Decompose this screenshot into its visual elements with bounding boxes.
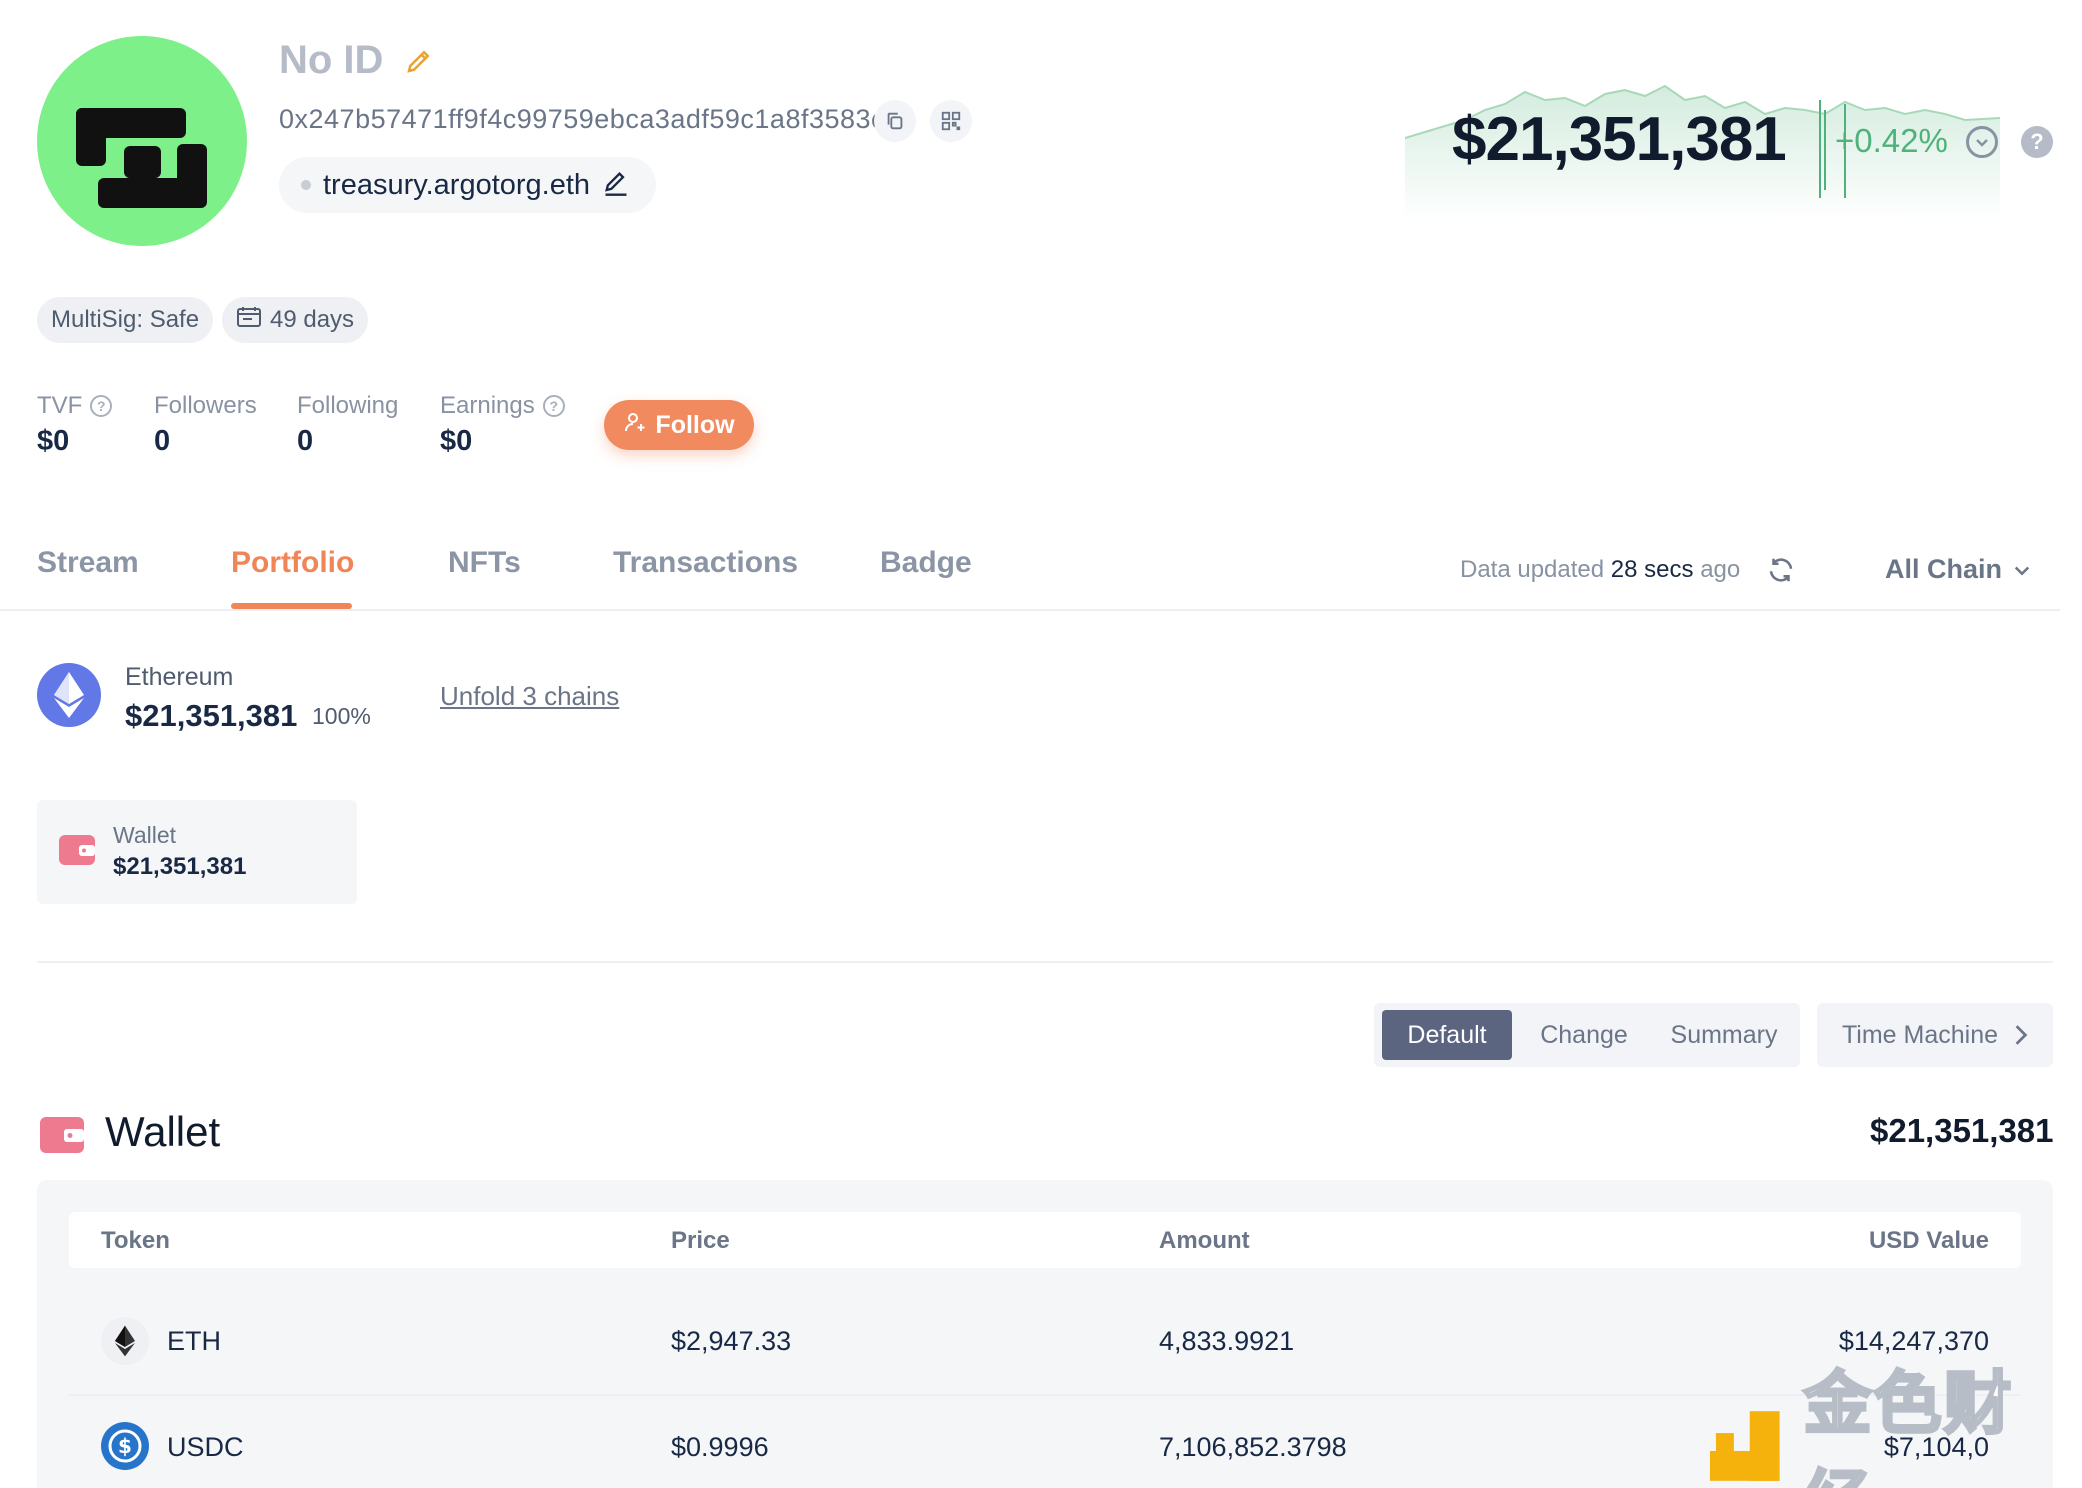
edit-name-icon[interactable] bbox=[404, 46, 434, 76]
tab-portfolio[interactable]: Portfolio bbox=[231, 546, 354, 580]
token-amount: 7,106,852.3798 bbox=[1159, 1432, 1347, 1462]
watermark-text: 金色财经 bbox=[1802, 1363, 2014, 1488]
profile-name: No ID bbox=[279, 38, 384, 82]
qr-code-icon[interactable] bbox=[930, 100, 972, 142]
usdc-icon: $ bbox=[101, 1422, 149, 1470]
svg-text:$: $ bbox=[118, 1434, 132, 1458]
view-change-button[interactable]: Change bbox=[1524, 1010, 1644, 1060]
eth-icon bbox=[101, 1317, 149, 1365]
token-symbol: ETH bbox=[167, 1326, 221, 1356]
watermark-logo-icon bbox=[1709, 1410, 1780, 1481]
copy-icon[interactable] bbox=[874, 100, 916, 142]
view-mode-toggle: Default Change Summary bbox=[1374, 1003, 1800, 1067]
ens-status-dot bbox=[301, 180, 311, 190]
wallet-section-total: $21,351,381 bbox=[1870, 1112, 2054, 1149]
stat-following-value[interactable]: 0 bbox=[297, 425, 313, 458]
stat-tvf-label: TVF ? bbox=[37, 392, 113, 420]
help-icon[interactable]: ? bbox=[90, 395, 113, 417]
tab-stream[interactable]: Stream bbox=[37, 546, 139, 580]
tabs-divider bbox=[0, 609, 2060, 611]
token-price: $0.9996 bbox=[671, 1432, 769, 1462]
stat-earnings-label: Earnings ? bbox=[440, 392, 565, 420]
avatar-logo-icon bbox=[76, 108, 207, 208]
net-worth-change: +0.42% bbox=[1835, 122, 1948, 159]
wallet-card-label: Wallet bbox=[113, 822, 177, 848]
column-header-amount[interactable]: Amount bbox=[1159, 1227, 1250, 1255]
view-summary-button[interactable]: Summary bbox=[1654, 1010, 1794, 1060]
ens-name-pill[interactable]: treasury.argotorg.eth bbox=[279, 157, 657, 213]
ens-name: treasury.argotorg.eth bbox=[323, 168, 591, 201]
chevron-right-icon bbox=[2015, 1025, 2028, 1045]
wallet-protocol-card[interactable]: Wallet $21,351,381 bbox=[37, 800, 357, 904]
token-price: $2,947.33 bbox=[671, 1326, 792, 1356]
table-header: Token Price Amount USD Value bbox=[69, 1212, 2021, 1268]
data-updated-status: Data updated 28 secs ago bbox=[1460, 556, 1740, 584]
follow-button[interactable]: Follow bbox=[604, 400, 754, 450]
unfold-chains-link[interactable]: Unfold 3 chains bbox=[440, 681, 619, 712]
follow-label: Follow bbox=[655, 410, 735, 439]
chain-filter-dropdown[interactable]: All Chain bbox=[1885, 554, 2032, 585]
stat-earnings-value: $0 bbox=[440, 425, 473, 457]
stat-followers-text: Followers bbox=[154, 392, 257, 419]
token-amount: 4,833.9921 bbox=[1159, 1326, 1295, 1356]
column-header-usd-value[interactable]: USD Value bbox=[1869, 1227, 1989, 1255]
edit-ens-icon[interactable] bbox=[602, 169, 630, 202]
chain-filter-label: All Chain bbox=[1885, 554, 2003, 584]
refresh-icon[interactable] bbox=[1766, 555, 1796, 585]
wallet-card-value: $21,351,381 bbox=[113, 853, 247, 880]
stat-followers-value[interactable]: 0 bbox=[154, 425, 170, 458]
stat-tvf-text: TVF bbox=[37, 392, 83, 419]
chevron-down-icon[interactable] bbox=[1966, 126, 1998, 158]
chevron-down-icon bbox=[2014, 566, 2030, 576]
net-worth-value: $21,351,381 bbox=[1452, 105, 1787, 174]
tab-badge[interactable]: Badge bbox=[880, 546, 972, 580]
table-row[interactable]: ETH $2,947.33 4,833.9921 $14,247,370 bbox=[69, 1290, 2021, 1392]
tab-nfts[interactable]: NFTs bbox=[448, 546, 521, 580]
chain-value: $21,351,381 bbox=[125, 698, 298, 733]
stat-following-label[interactable]: Following bbox=[297, 392, 398, 420]
help-icon[interactable]: ? bbox=[542, 395, 565, 417]
multisig-tag-label: MultiSig: Safe bbox=[51, 306, 200, 333]
wallet-section-title: Wallet bbox=[105, 1108, 221, 1155]
ethereum-chain-icon bbox=[37, 663, 101, 727]
token-symbol: USDC bbox=[167, 1432, 244, 1462]
time-machine-label: Time Machine bbox=[1841, 1020, 1999, 1049]
updated-time: 28 secs bbox=[1610, 556, 1694, 583]
calendar-icon bbox=[236, 306, 262, 335]
watermark: 金色财经 bbox=[1706, 1363, 2082, 1488]
column-header-price[interactable]: Price bbox=[671, 1227, 730, 1255]
section-divider bbox=[37, 961, 2053, 963]
chain-percent: 100% bbox=[312, 703, 371, 729]
age-tag-label: 49 days bbox=[270, 306, 355, 333]
updated-suffix: ago bbox=[1700, 556, 1741, 583]
wallet-address: 0x247b57471ff9f4c99759ebca3adf59c1a8f358… bbox=[279, 104, 886, 134]
stat-tvf-value: $0 bbox=[37, 425, 70, 457]
wallet-icon bbox=[40, 1117, 84, 1153]
tab-transactions[interactable]: Transactions bbox=[613, 546, 798, 580]
wallet-icon bbox=[59, 835, 95, 865]
time-machine-button[interactable]: Time Machine bbox=[1817, 1003, 2053, 1067]
view-default-button[interactable]: Default bbox=[1382, 1010, 1512, 1060]
avatar bbox=[37, 36, 247, 246]
user-add-icon bbox=[623, 410, 647, 441]
help-icon[interactable]: ? bbox=[2021, 126, 2053, 158]
updated-prefix: Data updated bbox=[1460, 556, 1605, 583]
multisig-tag: MultiSig: Safe bbox=[37, 297, 214, 343]
age-tag: 49 days bbox=[222, 297, 369, 343]
stat-followers-label[interactable]: Followers bbox=[154, 392, 257, 420]
stat-following-text: Following bbox=[297, 392, 399, 419]
stat-earnings-text: Earnings bbox=[440, 392, 535, 419]
chain-name: Ethereum bbox=[125, 663, 234, 691]
column-header-token[interactable]: Token bbox=[101, 1227, 170, 1255]
